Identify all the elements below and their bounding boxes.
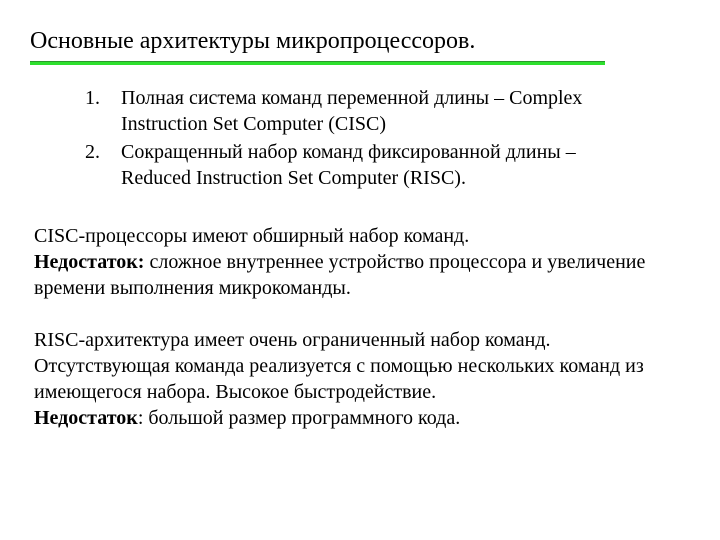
cisc-drawback-label: Недостаток: [34, 251, 144, 273]
risc-line1: RISC-архитектура имеет очень ограниченны… [34, 329, 644, 403]
list-item: 1. Полная система команд переменной длин… [85, 85, 630, 137]
numbered-list: 1. Полная система команд переменной длин… [85, 85, 630, 191]
slide-title: Основные архитектуры микропроцессоров. [30, 28, 690, 55]
risc-drawback-label: Недостаток [34, 407, 138, 429]
body-text: CISC-процессоры имеют обширный набор ком… [34, 223, 684, 431]
title-underline [30, 61, 605, 65]
risc-drawback-text: : большой размер программного кода. [138, 407, 460, 429]
list-text: Полная система команд переменной длины –… [121, 85, 630, 137]
cisc-line1: CISC-процессоры имеют обширный набор ком… [34, 225, 469, 247]
list-number: 2. [85, 139, 121, 191]
list-text: Сокращенный набор команд фиксированной д… [121, 139, 630, 191]
list-number: 1. [85, 85, 121, 137]
risc-paragraph: RISC-архитектура имеет очень ограниченны… [34, 327, 684, 431]
cisc-paragraph: CISC-процессоры имеют обширный набор ком… [34, 223, 684, 301]
list-item: 2. Сокращенный набор команд фиксированно… [85, 139, 630, 191]
